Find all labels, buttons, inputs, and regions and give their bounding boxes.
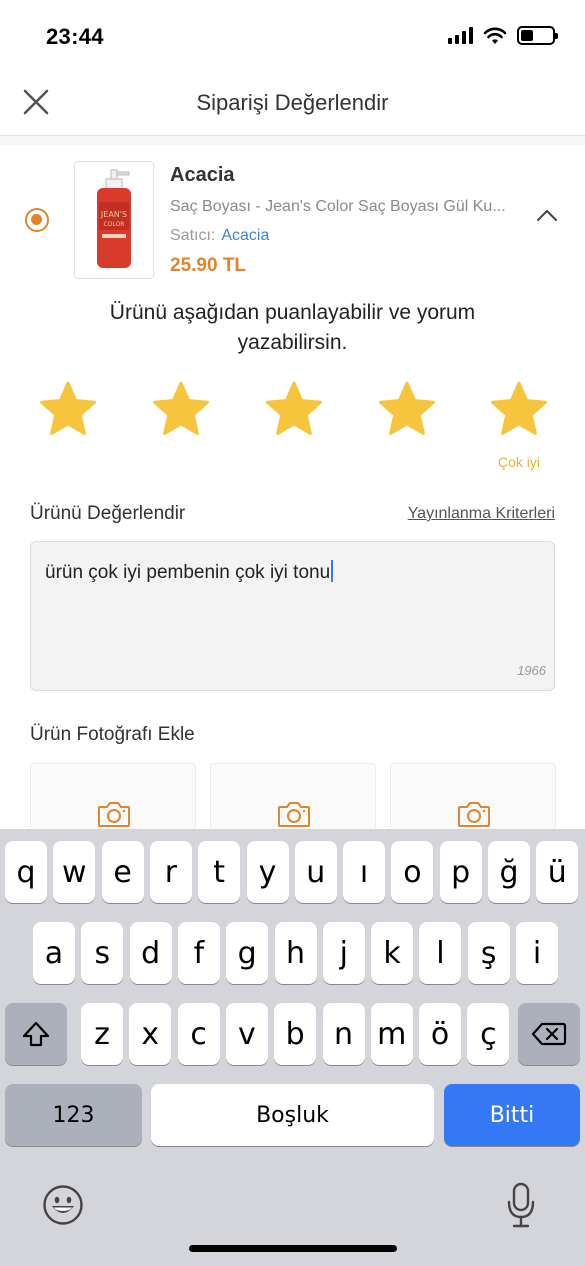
cellular-signal-icon — [448, 27, 473, 44]
camera-icon — [98, 802, 130, 827]
seller-label: Satıcı: — [170, 227, 216, 244]
product-select-radio[interactable] — [25, 208, 49, 232]
key-a[interactable]: a — [33, 922, 75, 984]
page-title: Siparişi Değerlendir — [196, 90, 389, 115]
chevron-up-icon[interactable] — [536, 208, 558, 222]
home-indicator[interactable] — [189, 1245, 397, 1252]
star-icon-4[interactable] — [376, 380, 438, 442]
star-icon-5[interactable] — [488, 380, 550, 442]
star-icon-2[interactable] — [150, 380, 212, 442]
text-cursor — [331, 560, 334, 582]
key-l[interactable]: l — [419, 922, 462, 984]
key-e[interactable]: e — [101, 841, 144, 903]
key-ç[interactable]: ç — [467, 1003, 510, 1065]
seller-link[interactable]: Acacia — [221, 227, 269, 244]
keyboard: q w e r t y u ı o p ğ ü a s d f g h j k l ş i z x c v b n m ö ç 123 Boşlu… — [0, 829, 585, 1266]
key-o[interactable]: o — [391, 841, 434, 903]
review-text-wrapper: ürün çok iyi pembenin çok iyi tonu — [45, 560, 334, 584]
publishing-criteria-link[interactable]: Yayınlanma Kriterleri — [408, 505, 555, 523]
backspace-key[interactable] — [518, 1003, 580, 1065]
rating-prompt: Ürünü aşağıdan puanlayabilir ve yorum ya… — [109, 301, 476, 354]
key-p[interactable]: p — [439, 841, 482, 903]
key-d[interactable]: d — [129, 922, 172, 984]
shift-icon — [22, 1021, 50, 1047]
key-ı[interactable]: ı — [343, 841, 386, 903]
key-n[interactable]: n — [322, 1003, 365, 1065]
key-w[interactable]: w — [53, 841, 96, 903]
key-j[interactable]: j — [322, 922, 365, 984]
wifi-icon — [483, 27, 507, 44]
key-c[interactable]: c — [177, 1003, 220, 1065]
review-section-title: Ürünü Değerlendir — [30, 503, 186, 524]
key-i[interactable]: i — [516, 922, 558, 984]
photo-section-title: Ürün Fotoğrafı Ekle — [30, 724, 195, 745]
seller-info: Satıcı: Acacia — [170, 227, 269, 245]
key-r[interactable]: r — [149, 841, 192, 903]
rating-label: Çok iyi — [497, 454, 540, 470]
key-ğ[interactable]: ğ — [488, 841, 530, 903]
key-z[interactable]: z — [81, 1003, 123, 1065]
key-ü[interactable]: ü — [536, 841, 579, 903]
review-textarea[interactable]: ürün çok iyi pembenin çok iyi tonu 1966 — [30, 541, 555, 691]
key-m[interactable]: m — [370, 1003, 413, 1065]
status-time: 23:44 — [46, 24, 104, 49]
camera-icon — [458, 802, 490, 827]
camera-icon — [278, 802, 310, 827]
char-count: 1966 — [517, 663, 546, 678]
battery-icon — [517, 26, 558, 45]
divider — [0, 137, 585, 145]
key-t[interactable]: t — [198, 841, 241, 903]
shift-key[interactable] — [5, 1003, 67, 1065]
star-icon-3[interactable] — [263, 380, 325, 442]
key-ş[interactable]: ş — [467, 922, 510, 984]
star-rating — [0, 380, 585, 444]
backspace-icon — [531, 1022, 567, 1046]
product-name: Saç Boyası - Jean's Color Saç Boyası Gül… — [170, 198, 506, 215]
emoji-icon[interactable] — [42, 1184, 84, 1226]
product-image: JEAN'S COLOR — [74, 161, 154, 279]
done-key[interactable]: Bitti — [444, 1084, 580, 1146]
microphone-icon[interactable] — [506, 1182, 536, 1228]
review-text: ürün çok iyi pembenin çok iyi tonu — [45, 562, 331, 583]
space-key[interactable]: Boşluk — [151, 1084, 434, 1146]
key-h[interactable]: h — [274, 922, 317, 984]
key-ö[interactable]: ö — [419, 1003, 462, 1065]
key-s[interactable]: s — [81, 922, 124, 984]
key-y[interactable]: y — [246, 841, 289, 903]
svg-text:COLOR: COLOR — [104, 221, 125, 228]
key-x[interactable]: x — [129, 1003, 172, 1065]
nav-bar: Siparişi Değerlendir — [0, 70, 585, 136]
key-b[interactable]: b — [274, 1003, 317, 1065]
star-icon-1[interactable] — [37, 380, 99, 442]
key-f[interactable]: f — [177, 922, 220, 984]
product-brand: Acacia — [170, 164, 235, 186]
key-k[interactable]: k — [371, 922, 414, 984]
key-g[interactable]: g — [226, 922, 269, 984]
svg-text:JEAN'S: JEAN'S — [100, 210, 127, 219]
status-bar: 23:44 — [0, 0, 585, 70]
key-u[interactable]: u — [294, 841, 337, 903]
key-v[interactable]: v — [225, 1003, 268, 1065]
status-icons — [448, 26, 558, 45]
key-q[interactable]: q — [5, 841, 47, 903]
product-price: 25.90 TL — [170, 255, 247, 276]
numbers-key[interactable]: 123 — [5, 1084, 142, 1146]
